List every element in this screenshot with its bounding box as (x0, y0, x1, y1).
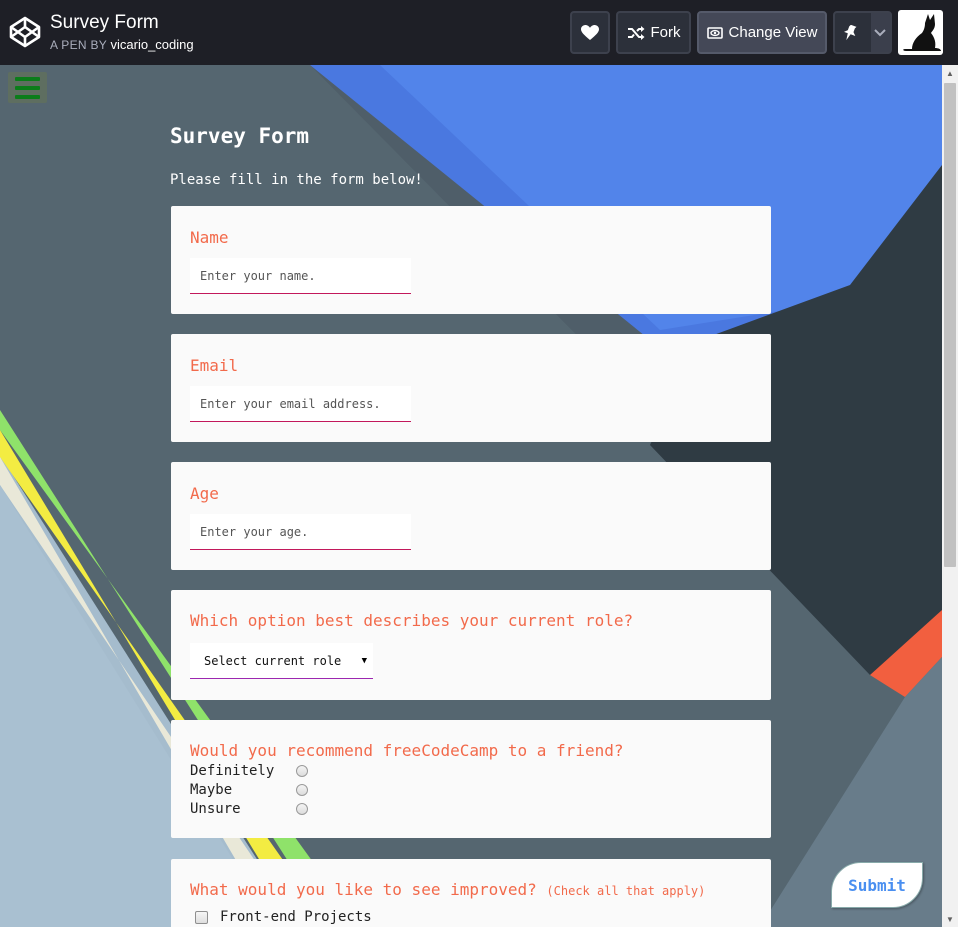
improve-question: What would you like to see improved? (190, 880, 537, 899)
recommend-option: Unsure (190, 801, 308, 817)
improve-option-label: Front-end Projects (220, 909, 372, 925)
recommend-radio-definitely[interactable] (296, 765, 308, 777)
age-label: Age (190, 484, 219, 503)
pin-options-dropdown[interactable] (870, 13, 890, 52)
recommend-label: Would you recommend freeCodeCamp to a fr… (190, 741, 624, 760)
pin-icon (843, 24, 857, 40)
pen-title[interactable]: Survey Form (50, 12, 159, 34)
recommend-card: Would you recommend freeCodeCamp to a fr… (171, 720, 771, 838)
user-avatar[interactable] (898, 10, 943, 55)
recommend-radio-unsure[interactable] (296, 803, 308, 815)
recommend-option: Maybe (190, 782, 308, 798)
heart-icon (581, 24, 599, 40)
pin-part[interactable] (835, 13, 865, 52)
role-card: Which option best describes your current… (171, 590, 771, 700)
love-button[interactable] (570, 11, 610, 54)
menu-bar (15, 76, 40, 81)
improve-hint: (Check all that apply) (546, 884, 706, 898)
cat-avatar-icon (903, 14, 941, 51)
submit-button[interactable]: Submit (831, 862, 923, 908)
scroll-down-arrow-icon[interactable]: ▼ (942, 911, 958, 927)
form-description: Please fill in the form below! (170, 172, 423, 188)
improve-card: What would you like to see improved? (Ch… (171, 859, 771, 927)
scrollbar-thumb[interactable] (944, 83, 956, 567)
codepen-header: Survey Form A PEN BY vicario_coding Fork… (0, 0, 958, 65)
improve-option: Front-end Projects (195, 909, 372, 925)
pen-byline: A PEN BY vicario_coding (50, 37, 194, 52)
dropdown-arrow-icon: ▼ (361, 655, 367, 666)
email-card: Email (171, 334, 771, 442)
codepen-logo-icon[interactable] (8, 15, 42, 49)
recommend-option-label: Unsure (190, 801, 241, 817)
name-card: Name (171, 206, 771, 314)
email-label: Email (190, 356, 239, 375)
scroll-up-arrow-icon[interactable]: ▲ (942, 65, 958, 81)
recommend-option: Definitely (190, 763, 308, 779)
age-input[interactable] (190, 514, 411, 550)
role-selected-value: Select current role (204, 653, 342, 668)
eye-icon (706, 26, 723, 39)
change-view-button[interactable]: Change View (697, 11, 827, 54)
fork-icon (627, 25, 644, 40)
menu-bar (15, 94, 40, 99)
name-input[interactable] (190, 258, 411, 294)
age-card: Age (171, 462, 771, 570)
recommend-option-label: Maybe (190, 782, 233, 798)
improve-checkbox-frontend[interactable] (195, 910, 208, 924)
change-view-label: Change View (728, 24, 818, 41)
menu-bar (15, 85, 40, 90)
pen-author-link[interactable]: vicario_coding (111, 37, 194, 52)
pen-by-prefix: A PEN BY (50, 38, 107, 52)
vertical-scrollbar[interactable]: ▲ ▼ (942, 65, 958, 927)
recommend-option-label: Definitely (190, 763, 275, 779)
pen-preview: Survey Form Please fill in the form belo… (0, 65, 942, 927)
email-input[interactable] (190, 386, 411, 422)
chevron-down-icon (874, 28, 887, 36)
improve-label: What would you like to see improved? (Ch… (190, 880, 705, 899)
role-select[interactable]: Select current role ▼ (190, 643, 373, 679)
recommend-radio-maybe[interactable] (296, 784, 308, 796)
name-label: Name (190, 228, 229, 247)
hamburger-menu-icon[interactable] (8, 72, 47, 103)
fork-button[interactable]: Fork (616, 11, 691, 54)
form-title: Survey Form (170, 124, 310, 148)
fork-label: Fork (650, 24, 681, 41)
role-label: Which option best describes your current… (190, 611, 634, 630)
pin-button[interactable] (833, 11, 892, 54)
